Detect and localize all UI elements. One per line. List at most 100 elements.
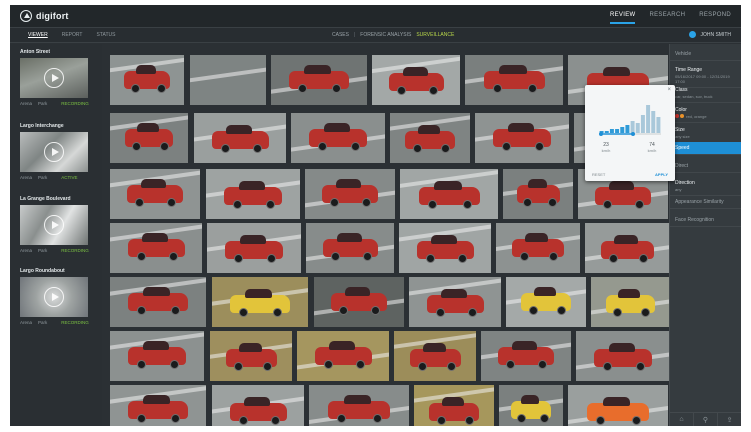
primary-nav: REVIEW RESEARCH RESPOND bbox=[609, 12, 731, 24]
wheel-icon bbox=[539, 414, 549, 423]
vehicle-result-tile[interactable] bbox=[496, 223, 580, 273]
facet-value: car, sedan, suv, truck bbox=[675, 94, 713, 99]
vehicle-result-tile[interactable] bbox=[110, 55, 184, 105]
wheel-icon bbox=[169, 252, 179, 261]
vehicle-result-tile[interactable] bbox=[110, 331, 204, 381]
tab-viewer[interactable]: VIEWER bbox=[28, 32, 48, 38]
facet-class[interactable]: Class car, sedan, suv, truck bbox=[670, 84, 741, 103]
mode-forensic-analysis[interactable]: FORENSIC ANALYSIS bbox=[360, 32, 411, 38]
vehicle-result-tile[interactable] bbox=[372, 55, 460, 105]
nav-respond[interactable]: RESPOND bbox=[699, 12, 731, 24]
vehicle-result-tile[interactable] bbox=[210, 331, 292, 381]
wheel-icon bbox=[317, 142, 327, 151]
vehicle-result-tile[interactable] bbox=[190, 55, 266, 105]
slider-min-handle[interactable] bbox=[599, 132, 603, 136]
tab-status[interactable]: STATUS bbox=[96, 32, 115, 38]
play-icon[interactable] bbox=[44, 215, 64, 235]
vehicle-result-tile[interactable] bbox=[306, 223, 394, 273]
camera-thumbnail[interactable] bbox=[20, 277, 88, 317]
camera-thumbnail[interactable] bbox=[20, 132, 88, 172]
vehicle-result-tile[interactable] bbox=[399, 223, 491, 273]
facet-size[interactable]: Size any size bbox=[670, 124, 741, 143]
camera-zone: Park bbox=[38, 101, 48, 106]
vehicle-result-tile[interactable] bbox=[409, 277, 501, 327]
wheel-icon bbox=[350, 142, 360, 151]
vehicle-result-tile[interactable] bbox=[314, 277, 404, 327]
vehicle-result-tile[interactable] bbox=[207, 223, 301, 273]
camera-title: Largo Interchange bbox=[20, 123, 64, 129]
home-icon[interactable]: ⌂ bbox=[670, 413, 694, 426]
vehicle-result-tile[interactable] bbox=[414, 385, 494, 426]
vehicle-result-tile[interactable] bbox=[499, 385, 563, 426]
slider-max-handle[interactable] bbox=[631, 132, 635, 136]
play-icon[interactable] bbox=[44, 68, 64, 88]
facet-direct[interactable]: Direct bbox=[670, 160, 741, 173]
apply-button[interactable]: APPLY bbox=[655, 172, 668, 177]
mode-cases[interactable]: CASES bbox=[332, 32, 349, 38]
facet-face-recognition[interactable]: Face Recognition bbox=[670, 214, 741, 227]
camera-card[interactable]: Largo Roundabout Arena Park RECORDING bbox=[20, 268, 98, 325]
vehicle-result-tile[interactable] bbox=[110, 385, 206, 426]
vehicle-result-tile[interactable] bbox=[297, 331, 389, 381]
wheel-icon bbox=[635, 362, 645, 371]
vehicle-result-tile[interactable] bbox=[110, 113, 188, 163]
facet-direction[interactable]: Direction any bbox=[670, 177, 741, 196]
facet-color[interactable]: Color red, orange bbox=[670, 104, 741, 123]
nav-review[interactable]: REVIEW bbox=[609, 12, 636, 24]
wheel-icon bbox=[362, 252, 372, 261]
camera-card[interactable]: Largo Interchange Arena Park ACTIVE bbox=[20, 123, 98, 180]
filter-icon[interactable]: ⚲ bbox=[694, 413, 718, 426]
wheel-icon bbox=[331, 252, 341, 261]
vehicle-result-tile[interactable] bbox=[206, 169, 300, 219]
reset-button[interactable]: RESET bbox=[592, 172, 605, 177]
vehicle-result-tile[interactable] bbox=[576, 331, 670, 381]
vehicle-result-tile[interactable] bbox=[271, 55, 367, 105]
vehicle-result-tile[interactable] bbox=[585, 223, 670, 273]
vehicle-result-tile[interactable] bbox=[390, 113, 470, 163]
facet-vehicle[interactable]: Vehicle bbox=[670, 48, 741, 61]
histogram-bar bbox=[656, 117, 661, 133]
vehicle-result-tile[interactable] bbox=[465, 55, 563, 105]
vehicle-window bbox=[608, 343, 635, 352]
camera-area: Arena bbox=[20, 175, 33, 180]
facet-speed[interactable]: Speed bbox=[670, 142, 741, 155]
camera-card[interactable]: La Grange Boulevard Arena Park RECORDING bbox=[20, 196, 98, 253]
vehicle-result-tile[interactable] bbox=[110, 223, 202, 273]
vehicle-result-tile[interactable] bbox=[291, 113, 385, 163]
speed-histogram[interactable] bbox=[599, 101, 661, 139]
vehicle-result-tile[interactable] bbox=[506, 277, 586, 327]
vehicle-result-tile[interactable] bbox=[194, 113, 286, 163]
vehicle-result-tile[interactable] bbox=[212, 277, 308, 327]
wheel-icon bbox=[262, 362, 272, 371]
vehicle-window bbox=[507, 123, 534, 132]
vehicle-result-tile[interactable] bbox=[481, 331, 571, 381]
camera-thumbnail[interactable] bbox=[20, 205, 88, 245]
vehicle-result-tile[interactable] bbox=[400, 169, 498, 219]
nav-research[interactable]: RESEARCH bbox=[649, 12, 685, 24]
vehicle-result-tile[interactable] bbox=[591, 277, 670, 327]
user-chip[interactable]: JOHN SMITH bbox=[689, 31, 731, 38]
wheel-icon bbox=[356, 360, 366, 369]
vehicle-result-tile[interactable] bbox=[568, 385, 668, 426]
camera-title: La Grange Boulevard bbox=[20, 196, 71, 202]
mode-surveillance[interactable]: SURVEILLANCE bbox=[416, 32, 454, 38]
app-logo[interactable]: digifort bbox=[20, 10, 69, 22]
camera-thumbnail[interactable] bbox=[20, 58, 88, 98]
share-icon[interactable]: ⇪ bbox=[718, 413, 741, 426]
vehicle-result-tile[interactable] bbox=[309, 385, 409, 426]
vehicle-result-tile[interactable] bbox=[110, 169, 200, 219]
close-icon[interactable]: × bbox=[667, 87, 671, 93]
vehicle-result-tile[interactable] bbox=[503, 169, 573, 219]
camera-zone: Park bbox=[38, 248, 48, 253]
vehicle-result-tile[interactable] bbox=[110, 277, 206, 327]
vehicle-result-tile[interactable] bbox=[394, 331, 476, 381]
vehicle-result-tile[interactable] bbox=[475, 113, 569, 163]
wheel-icon bbox=[631, 416, 641, 425]
play-icon[interactable] bbox=[44, 142, 64, 162]
facet-appearance-similarity[interactable]: Appearance Similarity bbox=[670, 196, 741, 209]
tab-report[interactable]: REPORT bbox=[62, 32, 83, 38]
play-icon[interactable] bbox=[44, 287, 64, 307]
camera-card[interactable]: Anton Street Arena Park RECORDING bbox=[20, 49, 98, 106]
vehicle-result-tile[interactable] bbox=[305, 169, 395, 219]
vehicle-result-tile[interactable] bbox=[212, 385, 304, 426]
